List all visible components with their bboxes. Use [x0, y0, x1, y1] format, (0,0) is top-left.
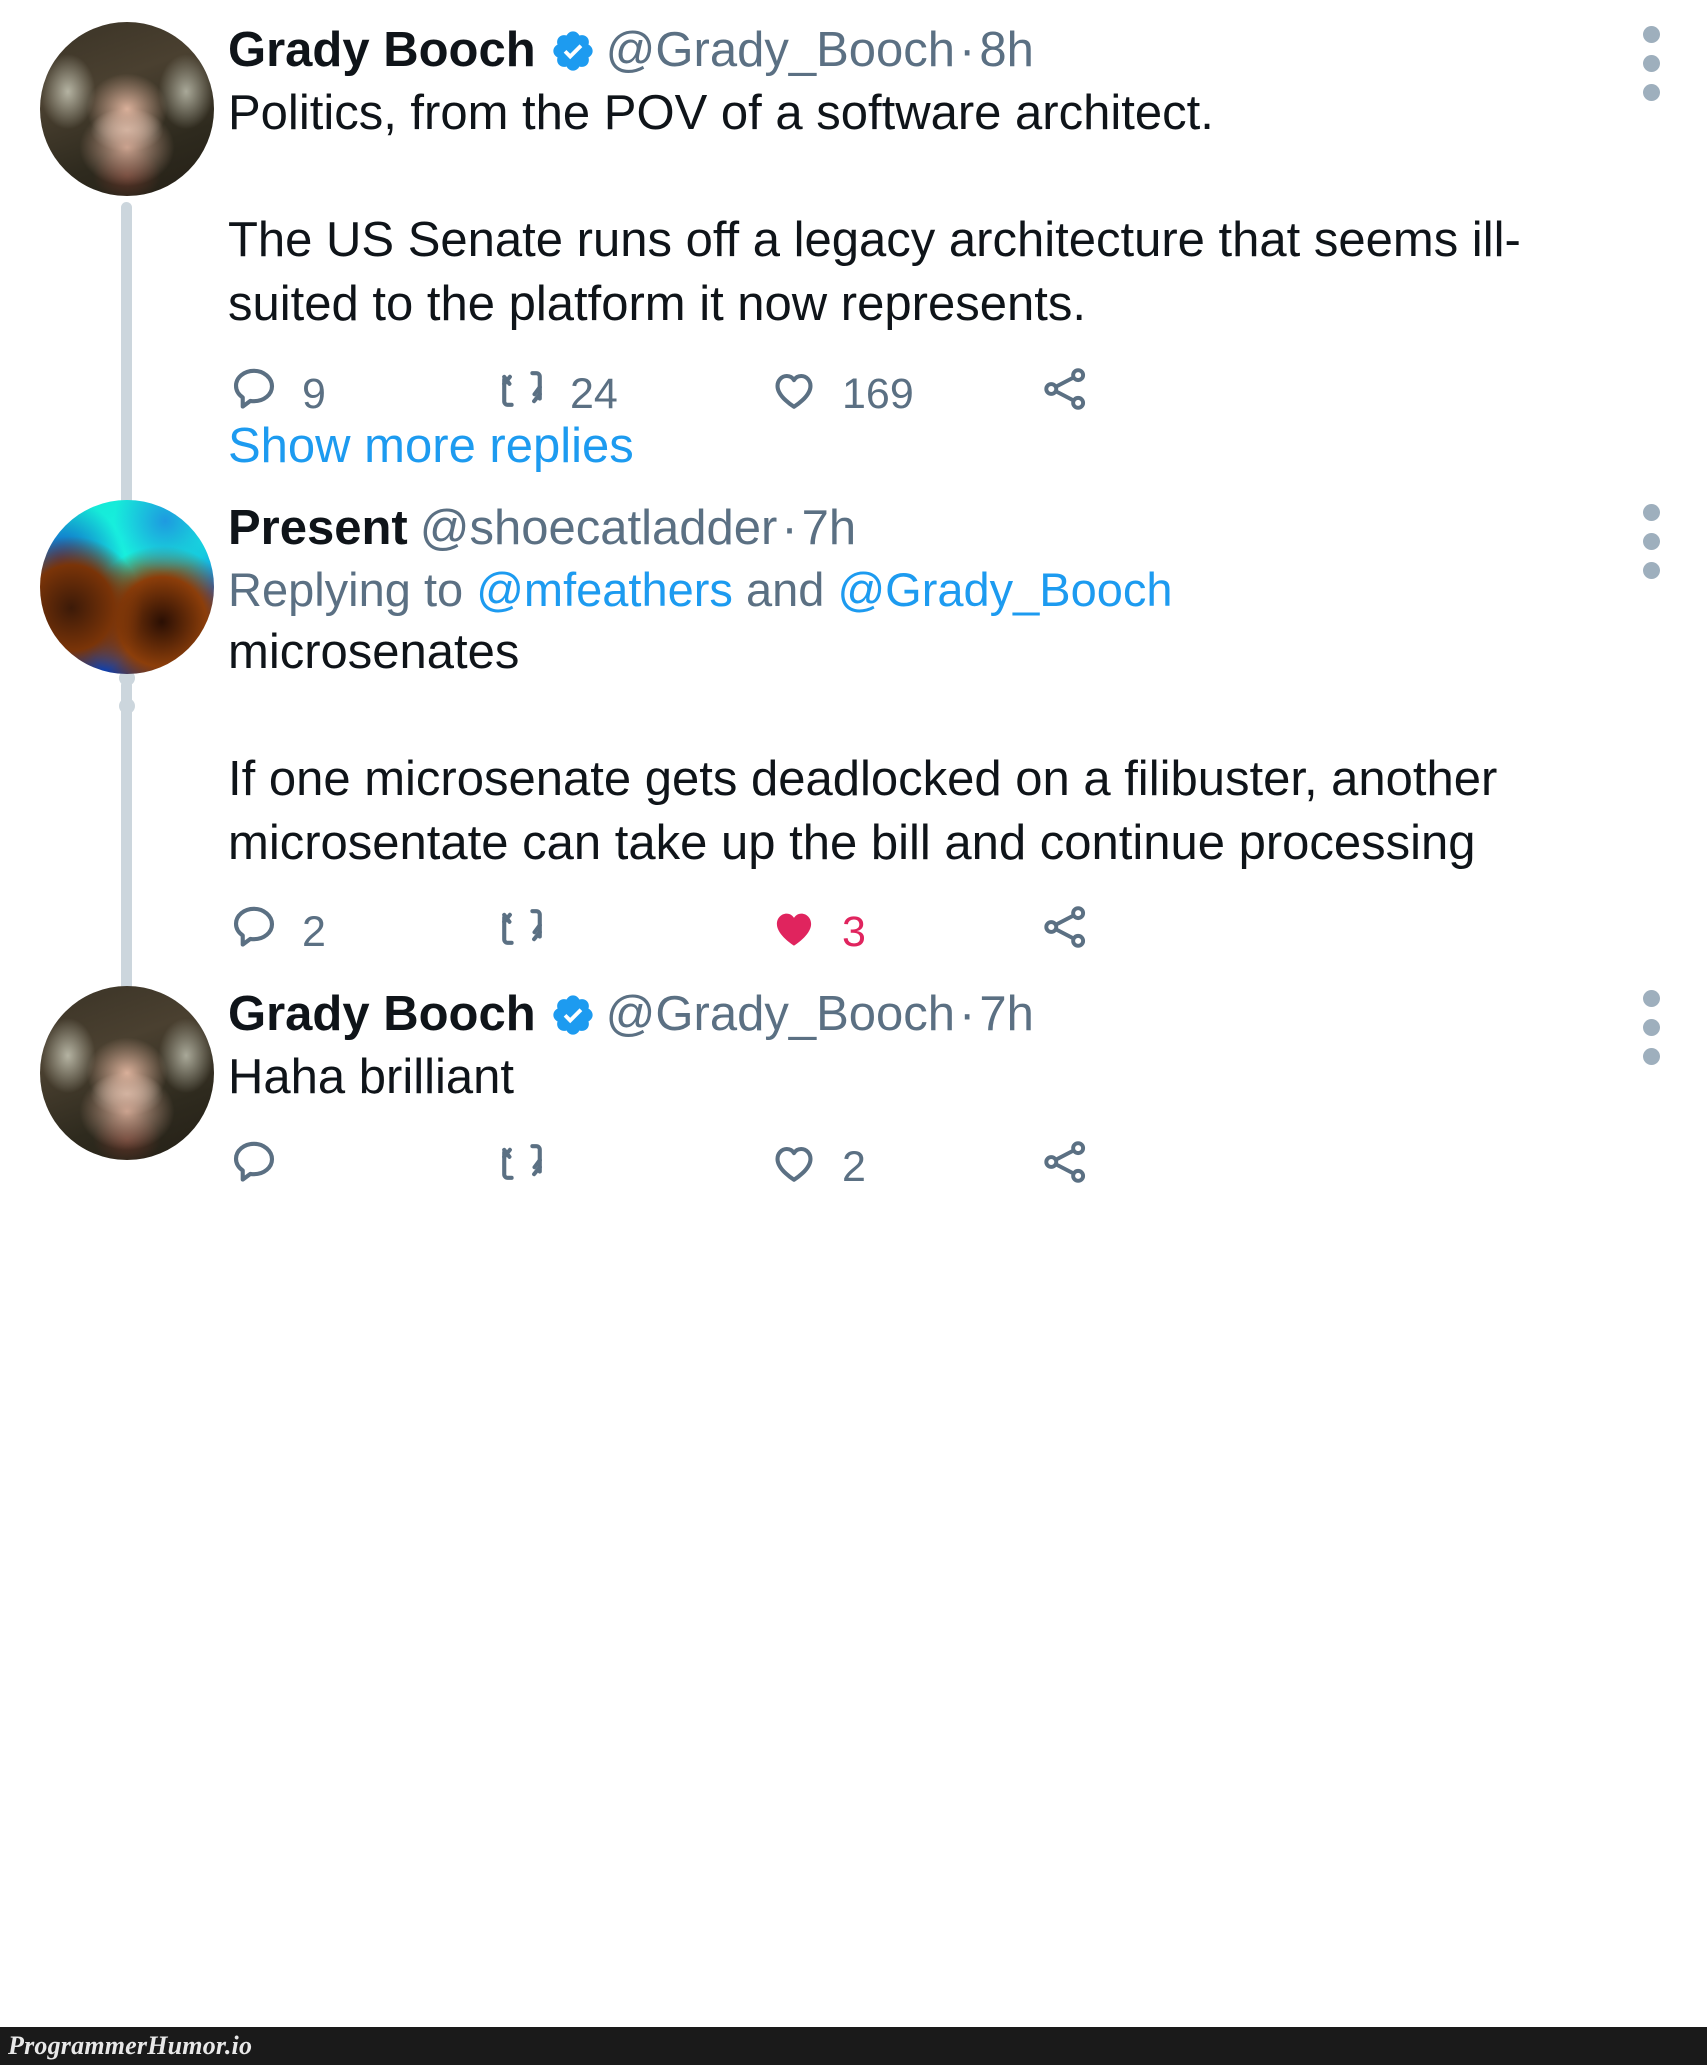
- timestamp[interactable]: 8h: [979, 22, 1034, 80]
- share-icon: [1040, 1136, 1092, 1199]
- header-separator: ·: [959, 23, 976, 77]
- avatar[interactable]: [40, 986, 214, 1161]
- retweet-button[interactable]: [496, 901, 768, 964]
- tweet-left-rail: [40, 22, 228, 782]
- tweet-thread-screenshot: Grady Booch @Grady_Booch · 8h Politics, …: [0, 0, 1707, 2065]
- more-options-icon[interactable]: [1641, 26, 1661, 101]
- heart-icon: [768, 1136, 820, 1199]
- tweet-item[interactable]: Grady Booch @Grady_Booch · 7h Haha brill…: [0, 986, 1707, 1199]
- reply-count: 2: [302, 908, 326, 957]
- display-name[interactable]: Grady Booch: [228, 986, 536, 1044]
- timestamp[interactable]: 7h: [979, 986, 1034, 1044]
- like-button[interactable]: 169: [768, 363, 1040, 426]
- reply-count: 9: [302, 369, 326, 418]
- replying-to-prefix: Replying to: [228, 563, 477, 617]
- tweet-header: Present @shoecatladder · 7h: [228, 500, 1557, 558]
- user-handle[interactable]: @Grady_Booch: [606, 22, 955, 80]
- share-button[interactable]: [1040, 363, 1160, 426]
- user-handle[interactable]: @shoecatladder: [420, 500, 778, 558]
- tweet-left-rail: [40, 986, 228, 1199]
- tweet-actions: 2: [228, 1136, 1557, 1199]
- reply-button[interactable]: 2: [228, 901, 496, 964]
- retweet-button[interactable]: 24: [496, 363, 768, 426]
- tweet-text: microsenates If one microsenate gets dea…: [228, 624, 1498, 870]
- tweet-body: Present @shoecatladder · 7h Replying to …: [228, 500, 1677, 965]
- replying-to-joiner: and: [732, 563, 838, 617]
- like-button[interactable]: 2: [768, 1136, 1040, 1199]
- tweet-actions: 2: [228, 901, 1557, 964]
- share-icon: [1040, 363, 1092, 426]
- like-button[interactable]: 3: [768, 901, 1040, 964]
- share-button[interactable]: [1040, 1136, 1160, 1199]
- verified-badge-icon: [550, 28, 596, 74]
- header-separator: ·: [959, 987, 976, 1042]
- mention-link[interactable]: @Grady_Booch: [837, 563, 1172, 616]
- retweet-icon: [496, 901, 548, 964]
- tweet-text: Haha brilliant: [228, 1050, 514, 1105]
- reply-icon: [228, 901, 280, 964]
- show-more-left-rail: [40, 418, 228, 474]
- like-count: 169: [842, 369, 914, 418]
- display-name[interactable]: Present: [228, 500, 408, 558]
- show-more-replies-link[interactable]: Show more replies: [228, 418, 1557, 474]
- more-options-icon[interactable]: [1641, 503, 1661, 579]
- retweet-count: 24: [570, 369, 618, 418]
- like-count: 2: [842, 1142, 866, 1191]
- share-button[interactable]: [1040, 901, 1160, 964]
- reply-button[interactable]: 9: [228, 363, 496, 426]
- replying-to-line: Replying to @mfeathers and @Grady_Booch: [228, 561, 1557, 618]
- verified-badge-icon: [550, 992, 596, 1038]
- header-separator: ·: [781, 500, 798, 555]
- mention-link[interactable]: @mfeathers: [476, 563, 733, 616]
- heart-icon: [768, 901, 820, 964]
- share-icon: [1040, 901, 1092, 964]
- retweet-icon: [496, 363, 548, 426]
- watermark-bar: ProgrammerHumor.io: [0, 2027, 1707, 2065]
- avatar[interactable]: [40, 499, 214, 674]
- tweet-body: Grady Booch @Grady_Booch · 8h Politics, …: [228, 22, 1677, 426]
- reply-icon: [228, 363, 280, 426]
- tweet-body: Grady Booch @Grady_Booch · 7h Haha brill…: [228, 986, 1677, 1199]
- like-count: 3: [842, 908, 866, 957]
- retweet-icon: [496, 1136, 548, 1199]
- watermark-text: ProgrammerHumor.io: [8, 2031, 253, 2060]
- tweet-thread: Grady Booch @Grady_Booch · 8h Politics, …: [0, 0, 1707, 1199]
- retweet-button[interactable]: [496, 1136, 768, 1199]
- reply-icon: [228, 1136, 280, 1199]
- tweet-left-rail: [40, 499, 228, 1080]
- heart-icon: [768, 363, 820, 426]
- show-more-replies-row: Show more replies: [0, 418, 1707, 474]
- tweet-text: Politics, from the POV of a software arc…: [228, 85, 1521, 331]
- tweet-header: Grady Booch @Grady_Booch · 8h: [228, 22, 1557, 80]
- display-name[interactable]: Grady Booch: [228, 22, 536, 80]
- show-more-body: Show more replies: [228, 418, 1677, 474]
- tweet-item[interactable]: Grady Booch @Grady_Booch · 8h Politics, …: [0, 0, 1707, 782]
- reply-button[interactable]: [228, 1136, 496, 1199]
- tweet-item[interactable]: Present @shoecatladder · 7h Replying to …: [0, 499, 1707, 1080]
- user-handle[interactable]: @Grady_Booch: [606, 986, 955, 1044]
- avatar[interactable]: [40, 22, 214, 196]
- timestamp[interactable]: 7h: [802, 500, 857, 558]
- tweet-header: Grady Booch @Grady_Booch · 7h: [228, 986, 1557, 1044]
- more-options-icon[interactable]: [1641, 990, 1661, 1066]
- tweet-actions: 9 24 169: [228, 363, 1557, 426]
